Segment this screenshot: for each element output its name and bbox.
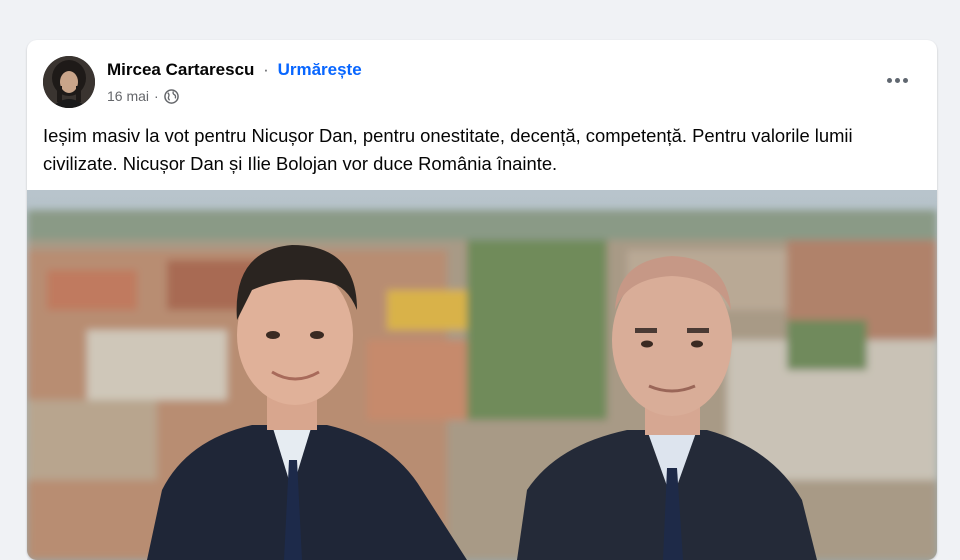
- post-image[interactable]: [27, 190, 937, 560]
- post-text: Ieșim masiv la vot pentru Nicușor Dan, p…: [43, 125, 853, 174]
- author-separator: ·: [263, 60, 269, 79]
- more-options-icon[interactable]: [877, 64, 917, 96]
- meta-separator: ·: [154, 88, 159, 104]
- post-photo: [27, 190, 937, 560]
- globe-icon[interactable]: [163, 88, 179, 104]
- author-line: Mircea Cartarescu · Urmărește: [107, 60, 362, 80]
- post-card: Mircea Cartarescu · Urmărește 16 mai · I…: [27, 40, 937, 560]
- follow-button[interactable]: Urmărește: [278, 60, 362, 79]
- author-name[interactable]: Mircea Cartarescu: [107, 60, 254, 79]
- avatar-photo: [43, 56, 95, 108]
- author-avatar[interactable]: [43, 56, 95, 108]
- post-date[interactable]: 16 mai: [107, 88, 149, 104]
- post-header: Mircea Cartarescu · Urmărește 16 mai ·: [27, 40, 937, 118]
- post-meta: 16 mai ·: [107, 88, 179, 104]
